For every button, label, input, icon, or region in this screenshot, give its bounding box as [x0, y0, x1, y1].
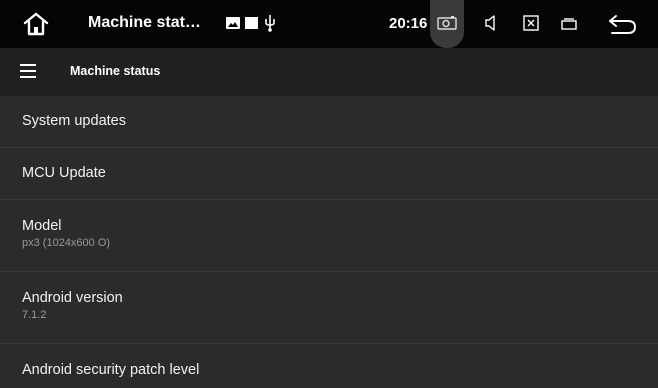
page-title: Machine status: [70, 64, 161, 78]
hamburger-menu-icon[interactable]: [20, 64, 36, 78]
setting-security-patch-level[interactable]: Android security patch level: [0, 344, 658, 388]
clock: 20:16: [389, 15, 428, 32]
setting-label: System updates: [22, 113, 126, 129]
setting-label: Android security patch level: [22, 362, 200, 378]
app-title: Machine stat…: [88, 14, 201, 31]
setting-label: Model: [22, 218, 62, 234]
setting-system-updates[interactable]: System updates: [0, 96, 658, 148]
recents-icon[interactable]: [561, 17, 577, 31]
back-icon[interactable]: [608, 12, 638, 36]
camera-button[interactable]: [430, 0, 464, 48]
setting-value: px3 (1024x600 O): [22, 237, 111, 249]
setting-android-version[interactable]: Android version 7.1.2: [0, 272, 658, 344]
setting-mcu-update[interactable]: MCU Update: [0, 148, 658, 200]
volume-icon[interactable]: [484, 14, 500, 32]
square-icon: [245, 17, 258, 29]
toolbar: Machine status: [0, 48, 658, 96]
setting-label: MCU Update: [22, 165, 106, 181]
home-icon[interactable]: [22, 10, 50, 38]
image-icon: [226, 17, 240, 29]
status-bar: Machine stat… 20:16: [0, 0, 658, 48]
settings-list: System updates MCU Update Model px3 (102…: [0, 96, 658, 388]
setting-model[interactable]: Model px3 (1024x600 O): [0, 200, 658, 272]
setting-value: 7.1.2: [22, 309, 47, 321]
close-window-icon[interactable]: [523, 14, 539, 32]
usb-icon: [265, 15, 275, 32]
setting-label: Android version: [22, 290, 123, 306]
camera-icon: [437, 16, 457, 30]
